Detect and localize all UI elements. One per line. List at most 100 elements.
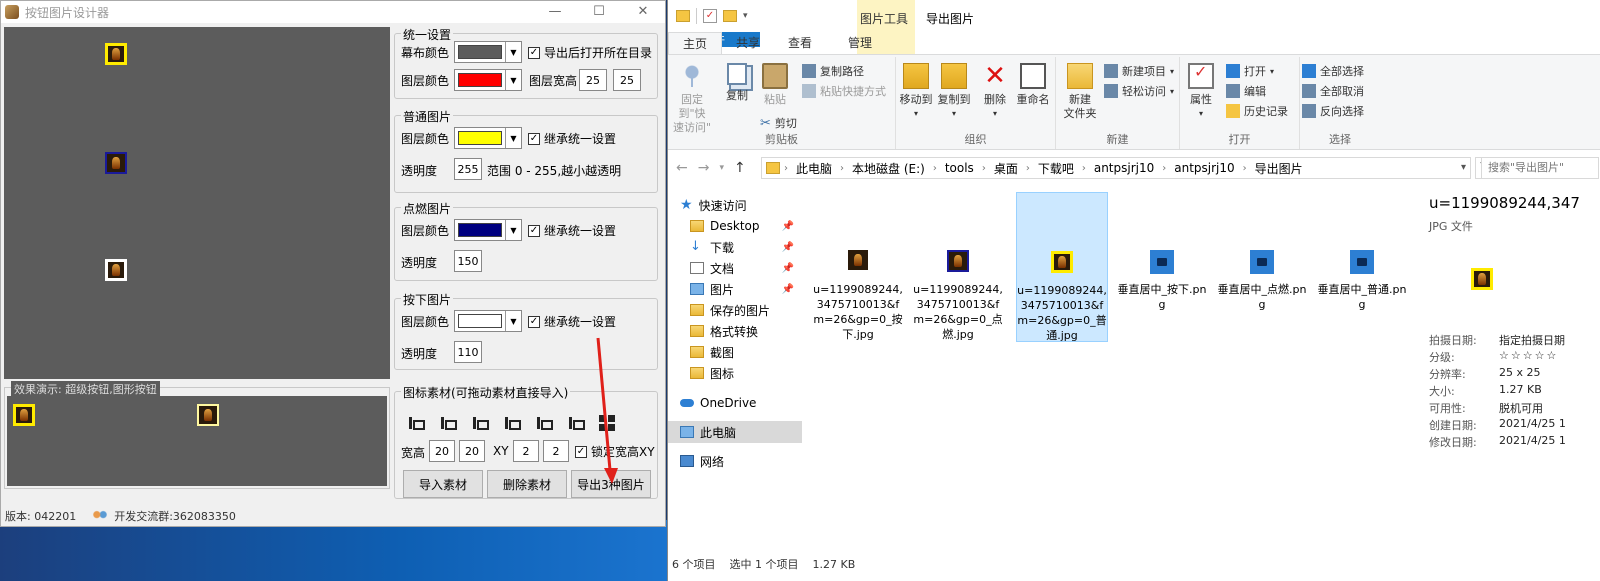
asset-height-input[interactable]: 20 [459, 440, 485, 462]
align-right-icon[interactable] [439, 415, 457, 431]
normal-inherit-checkbox[interactable]: ✓ 继承统一设置 [528, 130, 616, 147]
copy-path-button[interactable]: 复制路径 [802, 63, 864, 79]
file-item[interactable]: 垂直居中_按下.png [1116, 192, 1208, 332]
file-item[interactable]: 垂直居中_点燃.png [1216, 192, 1308, 332]
pin-quick-access-button[interactable]: 固定到"快 速访问" [670, 63, 714, 135]
customize-toolbar-icon[interactable]: ▾ [743, 11, 748, 21]
edit-button[interactable]: 编辑 [1226, 83, 1266, 99]
copy-to-button[interactable]: 复制到 ▾ [936, 63, 972, 121]
file-item[interactable]: u=1199089244,3475710013&fm=26&gp=0_按下.jp… [812, 192, 904, 341]
nav-item-downloads[interactable]: ↓ 下载 📌 [668, 236, 802, 258]
nav-item-saved-pictures[interactable]: 保存的图片 [668, 299, 802, 321]
lock-size-checkbox[interactable]: ✓ 锁定宽高XY [575, 443, 655, 460]
tab-manage[interactable]: 管理 [834, 32, 886, 54]
canvas-color-picker[interactable]: ▼ [454, 41, 522, 63]
rating-stars-icon[interactable]: ☆☆☆☆☆ [1499, 349, 1558, 365]
nav-item-screenshots[interactable]: 截图 [668, 341, 802, 363]
nav-item-desktop[interactable]: Desktop 📌 [668, 215, 802, 237]
design-canvas[interactable] [4, 27, 390, 379]
rename-button[interactable]: 重命名 [1014, 63, 1052, 107]
delete-asset-button[interactable]: 删除素材 [487, 470, 567, 498]
import-asset-button[interactable]: 导入素材 [403, 470, 483, 498]
super-button-preview[interactable] [13, 404, 35, 426]
back-arrow-icon[interactable]: ← [676, 160, 688, 176]
minimize-button[interactable]: — [533, 1, 577, 23]
normal-opacity-input[interactable]: 255 [454, 158, 482, 180]
open-button[interactable]: 打开 ▾ [1226, 63, 1274, 79]
tab-home[interactable]: 主页 [668, 32, 723, 54]
file-item[interactable]: u=1199089244,3475710013&fm=26&gp=0_点燃.jp… [912, 192, 1004, 341]
layer-width-input[interactable]: 25 [579, 69, 607, 91]
nav-item-documents[interactable]: 文档 📌 [668, 257, 802, 279]
align-top-icon[interactable] [471, 415, 489, 431]
breadcrumb-item[interactable]: antpsjrj10 [1086, 161, 1162, 175]
cut-button[interactable]: ✂ 剪切 [760, 115, 797, 131]
close-button[interactable]: ✕ [621, 1, 665, 23]
align-center-horizontal-icon[interactable] [535, 415, 553, 431]
new-item-button[interactable]: 新建项目 ▾ [1104, 63, 1174, 79]
chevron-down-icon[interactable]: ▾ [1461, 158, 1466, 178]
history-button[interactable]: 历史记录 [1226, 103, 1288, 119]
easy-access-button[interactable]: 轻松访问 ▾ [1104, 83, 1174, 99]
layer-height-input[interactable]: 25 [613, 69, 641, 91]
tab-share[interactable]: 共享 [722, 32, 774, 54]
export-three-images-button[interactable]: 导出3种图片 [571, 470, 651, 498]
breadcrumb-item[interactable]: 导出图片 [1247, 160, 1311, 177]
properties-quick-icon[interactable]: ✓ [703, 9, 717, 23]
address-bar[interactable]: › 此电脑 › 本地磁盘 (E:) › tools › 桌面 › 下载吧 › a… [761, 157, 1471, 179]
paste-button[interactable]: 粘贴 [758, 63, 792, 107]
details-pane: u=1199089244,347 JPG 文件 拍摄日期: 指定拍摄日期 分级: ☆… [1423, 188, 1600, 548]
breadcrumb-item[interactable]: 下载吧 [1030, 160, 1082, 177]
nav-item-network[interactable]: 网络 [668, 450, 802, 472]
breadcrumb-item[interactable]: 此电脑 [788, 160, 840, 177]
align-bottom-icon[interactable] [503, 415, 521, 431]
unified-layer-color-picker[interactable]: ▼ [454, 69, 522, 91]
copy-button[interactable]: 复制 [720, 63, 754, 103]
graphic-button-preview[interactable] [197, 404, 219, 426]
delete-button[interactable]: ✕ 删除 ▾ [980, 63, 1010, 121]
breadcrumb-item[interactable]: 本地磁盘 (E:) [844, 160, 933, 177]
pressed-layer-color-picker[interactable]: ▼ [454, 310, 522, 332]
recent-locations-icon[interactable]: ▾ [719, 163, 724, 173]
effect-preview-canvas[interactable] [7, 396, 387, 486]
asset-x-input[interactable]: 2 [513, 440, 539, 462]
hover-layer-color-picker[interactable]: ▼ [454, 219, 522, 241]
normal-layer-color-picker[interactable]: ▼ [454, 127, 522, 149]
invert-selection-button[interactable]: 反向选择 [1302, 103, 1364, 119]
maximize-button[interactable]: ☐ [577, 1, 621, 23]
breadcrumb-item[interactable]: antpsjrj10 [1166, 161, 1242, 175]
file-item[interactable]: 垂直居中_普通.png [1316, 192, 1408, 332]
nav-item-format-convert[interactable]: 格式转换 [668, 320, 802, 342]
properties-button[interactable]: 属性▾ [1186, 63, 1216, 121]
search-input[interactable]: 搜索"导出图片" [1481, 157, 1599, 179]
open-dir-checkbox[interactable]: ✓ 导出后打开所在目录 [528, 44, 652, 61]
nav-item-icons[interactable]: 图标 [668, 362, 802, 384]
breadcrumb-item[interactable]: 桌面 [986, 160, 1026, 177]
breadcrumb-item[interactable]: tools [937, 161, 982, 175]
nav-item-pictures[interactable]: 图片 📌 [668, 278, 802, 300]
paste-shortcut-button[interactable]: 粘贴快捷方式 [802, 83, 886, 99]
align-left-icon[interactable] [407, 415, 425, 431]
hover-inherit-checkbox[interactable]: ✓ 继承统一设置 [528, 222, 616, 239]
nav-item-onedrive[interactable]: OneDrive [668, 392, 802, 414]
hover-opacity-input[interactable]: 150 [454, 250, 482, 272]
grid-icon[interactable] [599, 415, 615, 431]
asset-y-input[interactable]: 2 [543, 440, 569, 462]
pressed-inherit-checkbox[interactable]: ✓ 继承统一设置 [528, 313, 616, 330]
select-none-button[interactable]: 全部取消 [1302, 83, 1364, 99]
checkbox-check-icon: ✓ [528, 46, 540, 59]
pressed-opacity-input[interactable]: 110 [454, 341, 482, 363]
picture-tools-label: 图片工具 [860, 12, 909, 26]
new-folder-button[interactable]: 新建 文件夹 [1060, 63, 1100, 121]
new-folder-quick-icon[interactable] [723, 10, 737, 22]
nav-item-this-pc[interactable]: 此电脑 [668, 421, 802, 443]
select-all-button[interactable]: 全部选择 [1302, 63, 1364, 79]
tab-view[interactable]: 查看 [774, 32, 826, 54]
up-arrow-icon[interactable]: ↑ [734, 160, 746, 176]
move-to-button[interactable]: 移动到 ▾ [898, 63, 934, 121]
forward-arrow-icon[interactable]: → [698, 160, 710, 176]
nav-item-quick-access[interactable]: ★ 快速访问 [668, 194, 802, 216]
align-center-vertical-icon[interactable] [567, 415, 585, 431]
asset-width-input[interactable]: 20 [429, 440, 455, 462]
file-item-selected[interactable]: u=1199089244,3475710013&fm=26&gp=0_普通.jp… [1016, 192, 1108, 342]
